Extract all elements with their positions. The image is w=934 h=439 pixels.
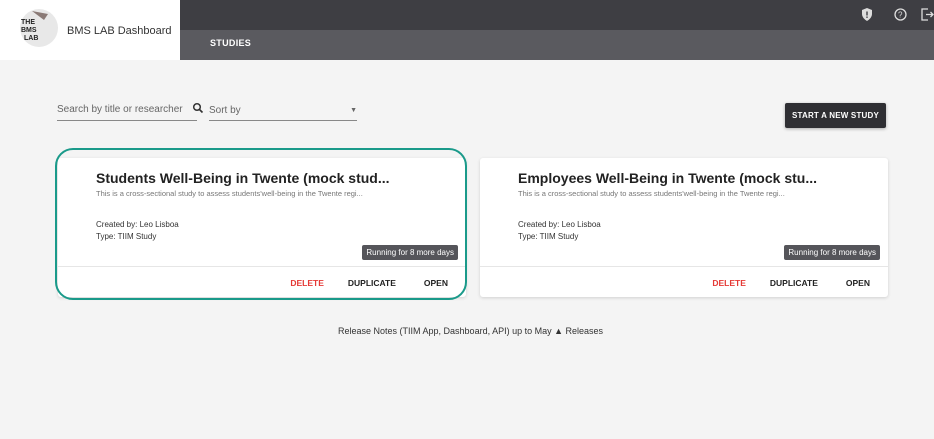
study-type: Type: TIIM Study [518, 232, 579, 241]
chevron-down-icon: ▼ [350, 107, 357, 114]
svg-text:LAB: LAB [24, 35, 38, 42]
study-title: Employees Well-Being in Twente (mock stu… [518, 170, 817, 186]
navbar-strip [180, 0, 934, 30]
release-notes-link[interactable]: Release Notes (TIIM App, Dashboard, API)… [338, 326, 603, 336]
brand-title: BMS LAB Dashboard [67, 25, 172, 37]
delete-button[interactable]: DELETE [712, 278, 746, 288]
bms-lab-logo: THE BMS LAB [20, 9, 58, 47]
open-button[interactable]: OPEN [846, 278, 870, 288]
svg-text:THE: THE [21, 19, 35, 26]
svg-text:BMS: BMS [21, 27, 37, 34]
divider [480, 266, 888, 267]
logout-icon[interactable] [920, 8, 934, 22]
svg-text:?: ? [898, 11, 903, 20]
status-badge: Running for 8 more days [784, 245, 880, 260]
start-new-study-button[interactable]: START A NEW STUDY [785, 103, 886, 128]
brand[interactable]: THE BMS LAB BMS LAB Dashboard [0, 0, 180, 60]
shield-icon[interactable] [860, 8, 874, 22]
search-icon[interactable] [192, 102, 204, 114]
tab-studies[interactable]: STUDIES [210, 38, 251, 48]
sort-label: Sort by [209, 105, 241, 116]
study-description: This is a cross-sectional study to asses… [518, 189, 785, 198]
navbar: STUDIES ? [180, 0, 934, 60]
selection-highlight [55, 148, 467, 300]
search-input[interactable] [57, 99, 197, 121]
duplicate-button[interactable]: DUPLICATE [770, 278, 818, 288]
card-actions: DELETE DUPLICATE OPEN [712, 278, 888, 288]
help-icon[interactable]: ? [893, 8, 907, 22]
sort-select[interactable]: Sort by ▼ [209, 99, 357, 121]
top-bar: THE BMS LAB BMS LAB Dashboard STUDIES ? [0, 0, 934, 60]
study-created-by: Created by: Leo Lisboa [518, 220, 601, 229]
study-card[interactable]: Employees Well-Being in Twente (mock stu… [480, 158, 888, 297]
